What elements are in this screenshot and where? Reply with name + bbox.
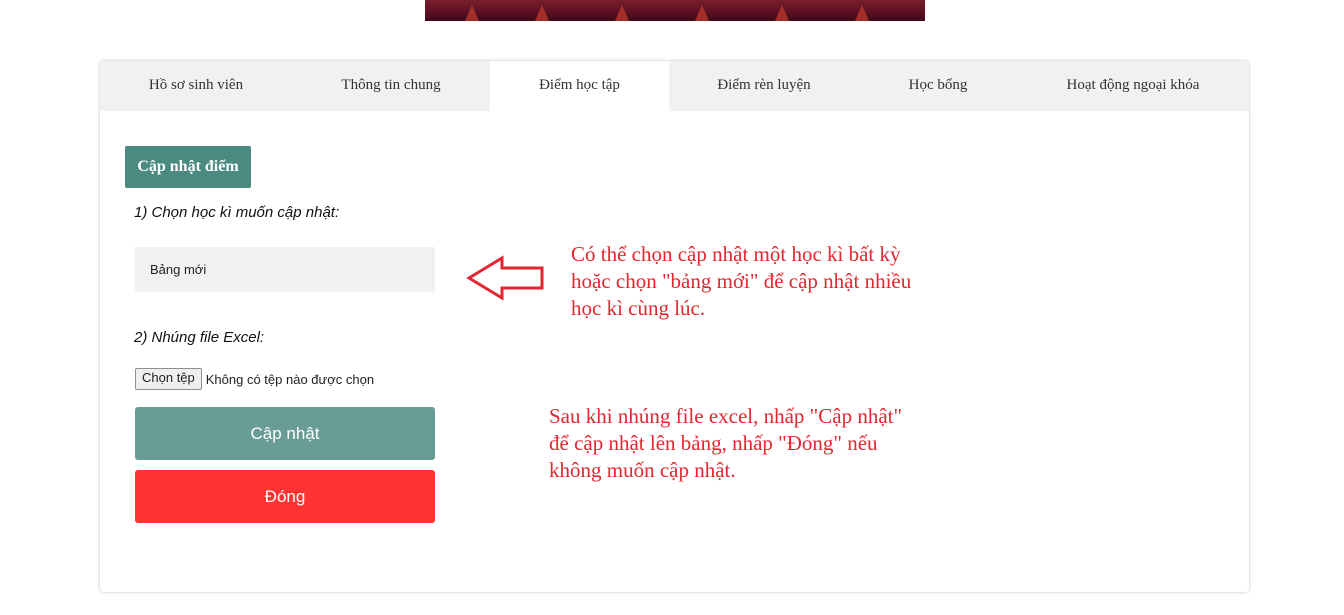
annotation-note-update: Sau khi nhúng file excel, nhấp "Cập nhật…: [549, 403, 902, 484]
left-arrow-icon: [466, 255, 544, 301]
step2-label: 2) Nhúng file Excel:: [134, 329, 265, 346]
tab-conduct-score[interactable]: Điểm rèn luyện: [669, 61, 859, 111]
student-profile-card: Hồ sơ sinh viên Thông tin chung Điểm học…: [100, 61, 1249, 592]
annotation-line: hoặc chọn "bảng mới" để cập nhật nhiều: [571, 269, 912, 293]
annotation-line: Sau khi nhúng file excel, nhấp "Cập nhật…: [549, 404, 903, 428]
file-status-text: Không có tệp nào được chọn: [205, 371, 375, 387]
tab-extracurricular[interactable]: Hoạt động ngoại khóa: [1017, 61, 1249, 111]
header-banner-image: [425, 0, 925, 21]
tab-bar: Hồ sơ sinh viên Thông tin chung Điểm học…: [100, 61, 1249, 111]
update-button[interactable]: Cập nhật: [135, 407, 435, 460]
annotation-line: để cập nhật lên bảng, nhấp "Đóng" nếu: [549, 431, 878, 455]
annotation-line: học kì cùng lúc.: [571, 296, 706, 320]
close-button[interactable]: Đóng: [135, 470, 435, 523]
file-input: Chọn tệp Không có tệp nào được chọn: [135, 368, 374, 390]
update-grades-heading: Cập nhật điểm: [125, 146, 251, 188]
annotation-note-select: Có thể chọn cập nhật một học kì bất kỳ h…: [571, 241, 911, 322]
annotation-line: Có thể chọn cập nhật một học kì bất kỳ: [571, 242, 901, 266]
step1-label: 1) Chọn học kì muốn cập nhật:: [134, 204, 340, 221]
tab-academic-grades[interactable]: Điểm học tập: [490, 61, 669, 111]
tab-student-profile[interactable]: Hồ sơ sinh viên: [100, 61, 292, 111]
semester-select[interactable]: Bảng mới: [135, 247, 435, 292]
tab-general-info[interactable]: Thông tin chung: [292, 61, 490, 111]
choose-file-button[interactable]: Chọn tệp: [135, 368, 202, 390]
tab-scholarship[interactable]: Học bổng: [859, 61, 1017, 111]
annotation-line: không muốn cập nhật.: [549, 458, 736, 482]
